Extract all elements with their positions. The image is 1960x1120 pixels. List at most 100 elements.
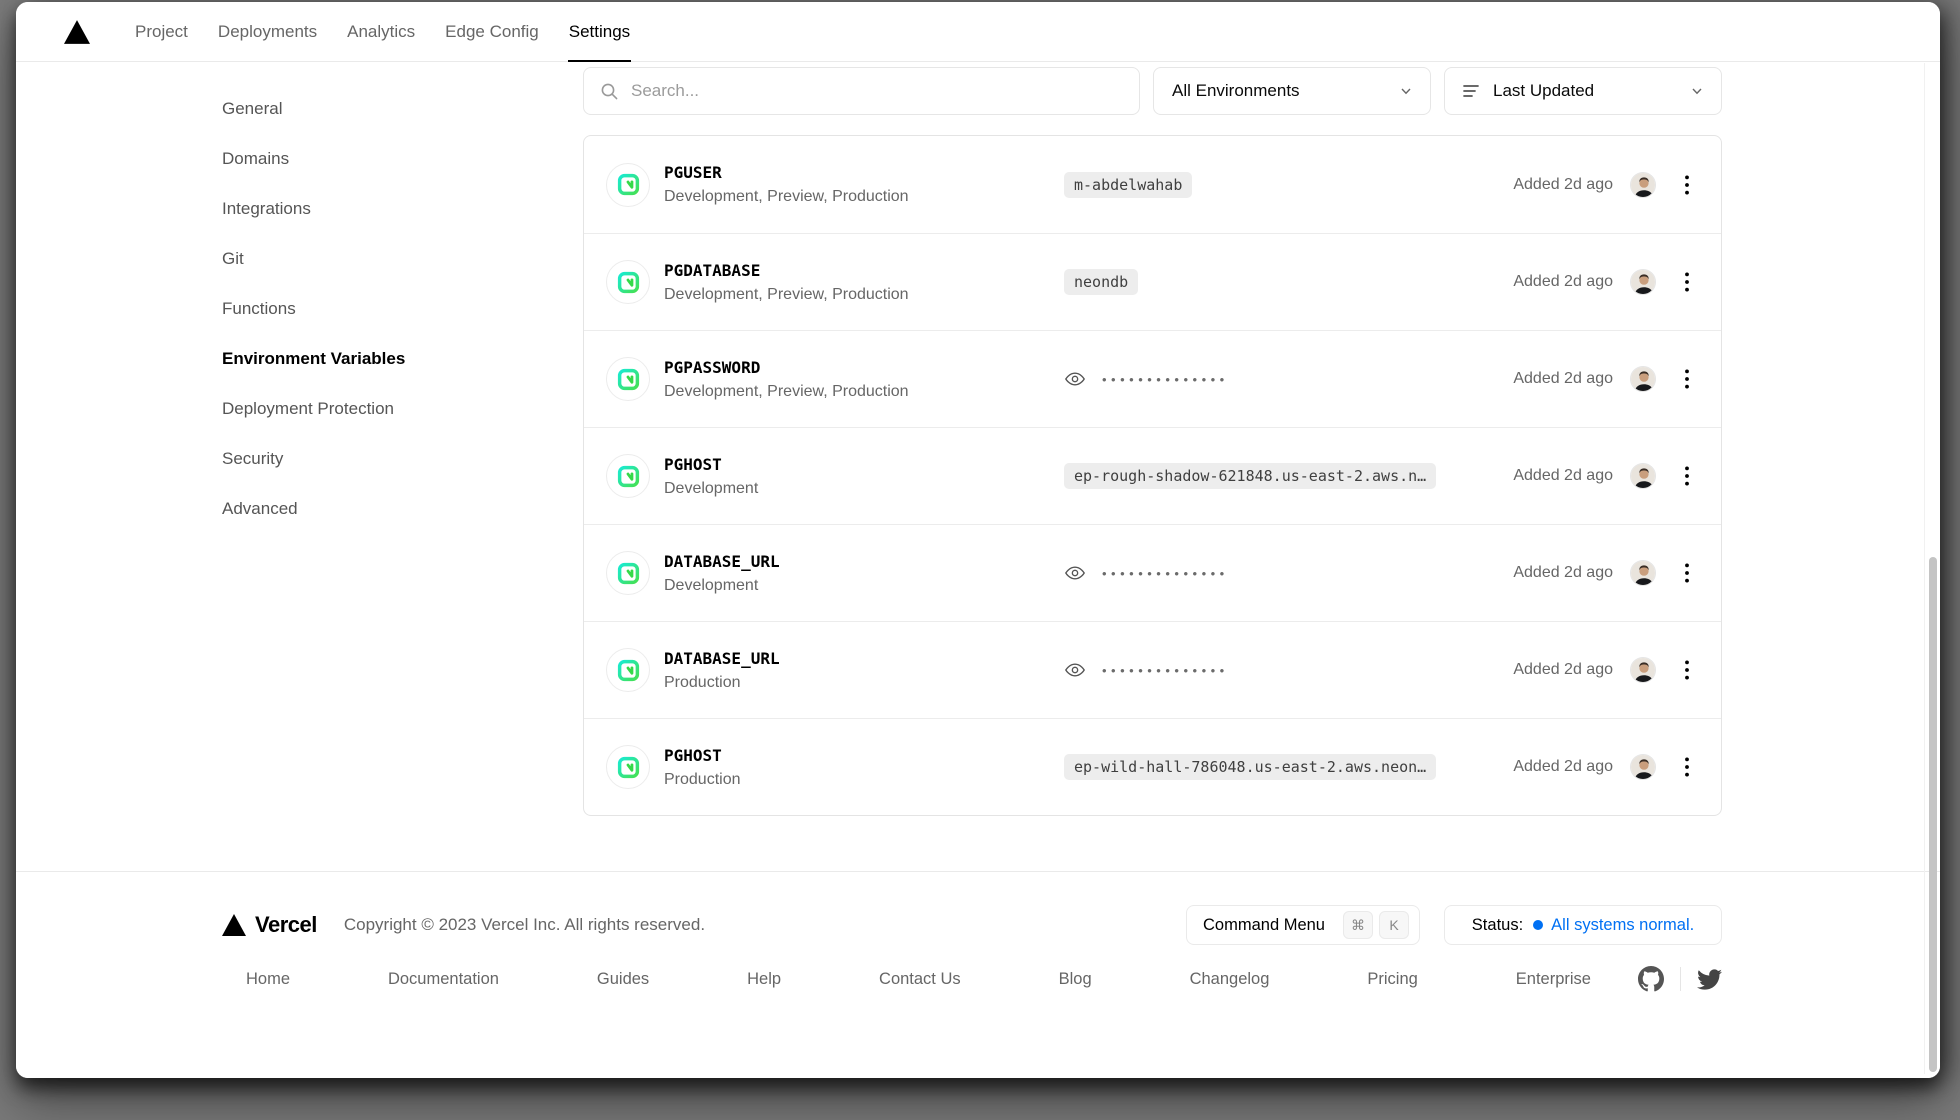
env-var-name: DATABASE_URL <box>664 552 1064 571</box>
footer-link[interactable]: Blog <box>1059 970 1092 989</box>
app-window: Project Deployments Analytics Edge Confi… <box>16 2 1940 1078</box>
env-var-info: PGUSER Development, Preview, Production <box>664 163 1064 206</box>
sort-lines-icon <box>1463 84 1481 98</box>
env-var-info: PGDATABASE Development, Preview, Product… <box>664 261 1064 304</box>
footer-top-row: Vercel Copyright © 2023 Vercel Inc. All … <box>222 905 1722 945</box>
env-var-name: PGHOST <box>664 746 1064 765</box>
user-avatar <box>1630 172 1656 198</box>
env-var-meta: Added 2d ago <box>1513 463 1695 489</box>
status-label: Status: <box>1472 916 1523 935</box>
sidebar-item[interactable]: Integrations <box>222 184 583 234</box>
sidebar-item[interactable]: Deployment Protection <box>222 384 583 434</box>
site-footer: Vercel Copyright © 2023 Vercel Inc. All … <box>16 871 1940 1078</box>
env-var-info: PGHOST Production <box>664 746 1064 789</box>
env-vars-panel: All Environments Last Updated <box>583 62 1722 816</box>
sidebar-item[interactable]: Git <box>222 234 583 284</box>
added-timestamp: Added 2d ago <box>1513 273 1613 291</box>
masked-value-dots: •••••••••••••• <box>1102 566 1229 581</box>
footer-links: Home Documentation Guides Help Contact U… <box>246 970 1591 989</box>
neon-integration-icon <box>606 357 650 401</box>
env-var-name: PGHOST <box>664 455 1064 474</box>
status-link[interactable]: Status: All systems normal. <box>1444 905 1722 945</box>
env-var-info: DATABASE_URL Development <box>664 552 1064 595</box>
footer-link[interactable]: Changelog <box>1190 970 1270 989</box>
settings-sidebar: General Domains Integrations Git Functio… <box>222 62 583 816</box>
nav-tab[interactable]: Analytics <box>332 2 430 61</box>
env-var-value-cell: neondb <box>1064 269 1513 295</box>
status-value: All systems normal. <box>1551 916 1694 935</box>
user-avatar <box>1630 560 1656 586</box>
social-icons <box>1638 966 1722 992</box>
command-menu-button[interactable]: Command Menu ⌘ K <box>1186 905 1420 945</box>
env-var-name: DATABASE_URL <box>664 649 1064 668</box>
vercel-logo-icon[interactable] <box>64 20 90 44</box>
env-var-value-cell: m-abdelwahab <box>1064 172 1513 198</box>
scrollbar-thumb[interactable] <box>1929 557 1937 1072</box>
nav-tab[interactable]: Project <box>120 2 203 61</box>
reveal-value-eye-icon[interactable] <box>1064 659 1086 681</box>
footer-link[interactable]: Help <box>747 970 781 989</box>
nav-tab[interactable]: Settings <box>554 2 645 61</box>
environment-filter-dropdown[interactable]: All Environments <box>1153 67 1431 115</box>
added-timestamp: Added 2d ago <box>1513 176 1613 194</box>
row-menu-kebab-icon[interactable] <box>1679 463 1695 489</box>
row-menu-kebab-icon[interactable] <box>1679 754 1695 780</box>
k-keycap: K <box>1379 911 1409 939</box>
env-var-meta: Added 2d ago <box>1513 269 1695 295</box>
user-avatar <box>1630 269 1656 295</box>
env-var-meta: Added 2d ago <box>1513 366 1695 392</box>
env-var-row: PGDATABASE Development, Preview, Product… <box>584 233 1721 330</box>
sort-value: Last Updated <box>1493 81 1689 101</box>
added-timestamp: Added 2d ago <box>1513 467 1613 485</box>
twitter-icon[interactable] <box>1697 967 1722 992</box>
row-menu-kebab-icon[interactable] <box>1679 657 1695 683</box>
nav-tab[interactable]: Deployments <box>203 2 332 61</box>
footer-link[interactable]: Home <box>246 970 290 989</box>
env-var-row: DATABASE_URL Development •••••••••••••• … <box>584 524 1721 621</box>
env-var-value-cell: ep-rough-shadow-621848.us-east-2.aws.n… <box>1064 463 1513 489</box>
footer-link[interactable]: Enterprise <box>1516 970 1591 989</box>
row-menu-kebab-icon[interactable] <box>1679 269 1695 295</box>
environment-filter-value: All Environments <box>1172 81 1398 101</box>
neon-integration-icon <box>606 260 650 304</box>
user-avatar <box>1630 463 1656 489</box>
added-timestamp: Added 2d ago <box>1513 564 1613 582</box>
search-box <box>583 67 1140 115</box>
footer-link[interactable]: Guides <box>597 970 649 989</box>
github-icon[interactable] <box>1638 966 1664 992</box>
row-menu-kebab-icon[interactable] <box>1679 172 1695 198</box>
env-var-row: PGHOST Development ep-rough-shadow-62184… <box>584 427 1721 524</box>
row-menu-kebab-icon[interactable] <box>1679 560 1695 586</box>
sort-dropdown[interactable]: Last Updated <box>1444 67 1722 115</box>
neon-integration-icon <box>606 454 650 498</box>
nav-tab[interactable]: Edge Config <box>430 2 554 61</box>
footer-link[interactable]: Contact Us <box>879 970 961 989</box>
vercel-footer-logo[interactable]: Vercel <box>222 912 317 938</box>
user-avatar <box>1630 657 1656 683</box>
sidebar-item[interactable]: Functions <box>222 284 583 334</box>
env-var-value-cell: •••••••••••••• <box>1064 368 1513 390</box>
env-var-row: PGPASSWORD Development, Preview, Product… <box>584 330 1721 427</box>
env-var-environments: Development, Preview, Production <box>664 188 1064 206</box>
row-menu-kebab-icon[interactable] <box>1679 366 1695 392</box>
reveal-value-eye-icon[interactable] <box>1064 562 1086 584</box>
env-var-value-cell: ep-wild-hall-786048.us-east-2.aws.neon… <box>1064 754 1513 780</box>
env-var-name: PGPASSWORD <box>664 358 1064 377</box>
sidebar-item[interactable]: Environment Variables <box>222 334 583 384</box>
sidebar-item[interactable]: General <box>222 84 583 134</box>
reveal-value-eye-icon[interactable] <box>1064 368 1086 390</box>
env-var-environments: Development <box>664 480 1064 498</box>
footer-link[interactable]: Documentation <box>388 970 499 989</box>
search-input[interactable] <box>631 81 1125 101</box>
footer-link[interactable]: Pricing <box>1367 970 1417 989</box>
env-var-environments: Production <box>664 771 1064 789</box>
nav-links: Project Deployments Analytics Edge Confi… <box>120 2 645 61</box>
sidebar-item[interactable]: Security <box>222 434 583 484</box>
env-var-value: m-abdelwahab <box>1064 172 1192 198</box>
sidebar-item[interactable]: Advanced <box>222 484 583 534</box>
icon-divider <box>1680 967 1681 991</box>
search-icon <box>600 82 619 101</box>
footer-links-row: Home Documentation Guides Help Contact U… <box>222 966 1722 992</box>
sidebar-item[interactable]: Domains <box>222 134 583 184</box>
copyright-text: Copyright © 2023 Vercel Inc. All rights … <box>344 915 705 935</box>
